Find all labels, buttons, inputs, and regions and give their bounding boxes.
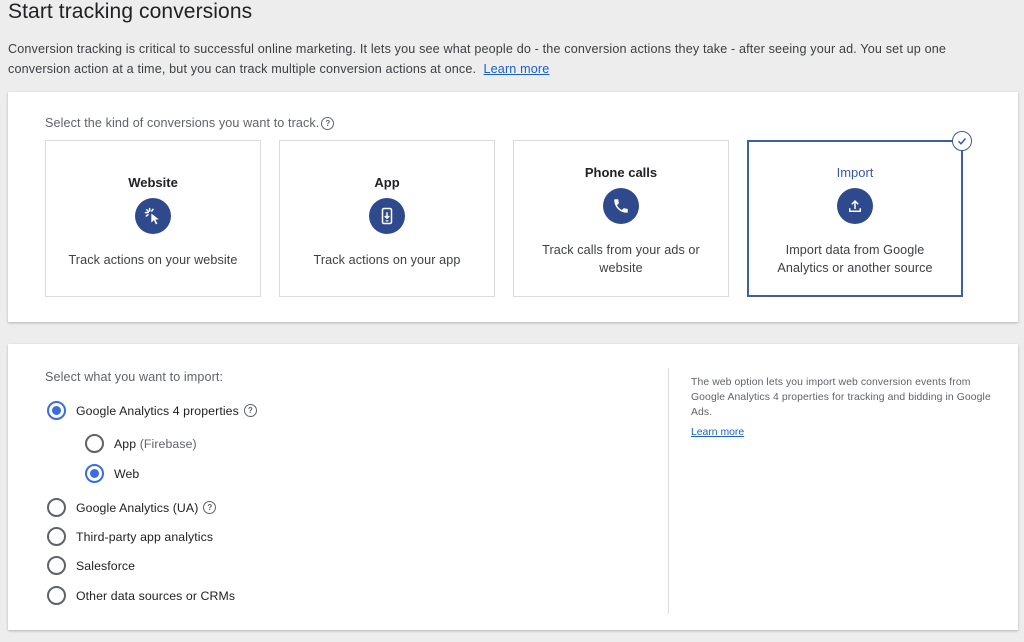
option-third-party[interactable]: Third-party app analytics bbox=[47, 527, 213, 546]
option-label: Google Analytics 4 properties bbox=[76, 403, 239, 418]
import-label: Select what you want to import: bbox=[45, 370, 224, 384]
side-learn-more-link[interactable]: Learn more bbox=[691, 427, 744, 438]
option-label: Web bbox=[114, 466, 140, 481]
intro-body: Conversion tracking is critical to succe… bbox=[8, 42, 947, 76]
conversion-kind-label-text: Select the kind of conversions you want … bbox=[45, 116, 320, 130]
side-help-text: The web option lets you import web conve… bbox=[691, 377, 991, 418]
phone-call-icon bbox=[603, 188, 639, 224]
card-desc: Track actions on your website bbox=[68, 253, 238, 267]
check-circle-icon bbox=[952, 131, 972, 151]
card-title: App bbox=[374, 175, 400, 190]
radio-button[interactable] bbox=[47, 586, 66, 605]
radio-button[interactable] bbox=[47, 556, 66, 575]
option-web[interactable]: Web bbox=[85, 464, 139, 483]
option-ga-ua[interactable]: Google Analytics (UA) ? bbox=[47, 498, 217, 517]
option-app-firebase[interactable]: App (Firebase) bbox=[85, 434, 197, 453]
conversion-kind-label: Select the kind of conversions you want … bbox=[45, 116, 335, 130]
card-desc: Import data from Google Analytics or ano… bbox=[777, 243, 933, 275]
option-label: Other data sources or CRMs bbox=[76, 588, 236, 603]
card-desc: Track actions on your app bbox=[313, 253, 461, 267]
radio-button[interactable] bbox=[85, 434, 104, 453]
option-salesforce[interactable]: Salesforce bbox=[47, 556, 135, 575]
help-icon[interactable]: ? bbox=[321, 116, 335, 130]
help-icon[interactable]: ? bbox=[243, 404, 257, 417]
radio-button[interactable] bbox=[85, 464, 104, 483]
radio-button[interactable] bbox=[47, 498, 66, 517]
option-label: Third-party app analytics bbox=[76, 529, 214, 544]
radio-button[interactable] bbox=[47, 527, 66, 546]
help-icon[interactable]: ? bbox=[203, 501, 217, 514]
option-ga4[interactable]: Google Analytics 4 properties ? bbox=[47, 401, 257, 420]
intro-text: Conversion tracking is critical to succe… bbox=[8, 40, 1008, 79]
option-label: Salesforce bbox=[76, 558, 136, 573]
import-source-panel: Select what you want to import: Google A… bbox=[8, 344, 1018, 630]
card-title: Website bbox=[128, 175, 178, 190]
option-other-sources[interactable]: Other data sources or CRMs bbox=[47, 586, 235, 605]
page-title: Start tracking conversions bbox=[8, 0, 253, 23]
learn-more-link[interactable]: Learn more bbox=[483, 62, 549, 76]
card-import[interactable]: Import Import data from Google Analytics… bbox=[747, 131, 972, 297]
option-label: Google Analytics (UA) bbox=[76, 500, 199, 515]
phone-download-icon bbox=[369, 198, 405, 234]
option-label-suffix: (Firebase) bbox=[139, 436, 197, 451]
option-label: App bbox=[114, 436, 137, 451]
vertical-divider bbox=[668, 368, 669, 614]
card-title: Phone calls bbox=[584, 165, 658, 180]
cursor-click-icon bbox=[135, 198, 171, 234]
radio-button[interactable] bbox=[47, 401, 66, 420]
conversion-kind-panel: Select the kind of conversions you want … bbox=[8, 92, 1018, 322]
card-app[interactable]: App Track actions on your app bbox=[279, 140, 495, 297]
card-website[interactable]: Website Track actions on your website bbox=[45, 140, 261, 297]
card-phone-calls[interactable]: Phone calls Track calls from your ads or… bbox=[513, 140, 729, 297]
card-title: Import bbox=[836, 165, 874, 180]
upload-icon bbox=[837, 188, 873, 224]
card-desc: Track calls from your ads or website bbox=[542, 243, 700, 275]
